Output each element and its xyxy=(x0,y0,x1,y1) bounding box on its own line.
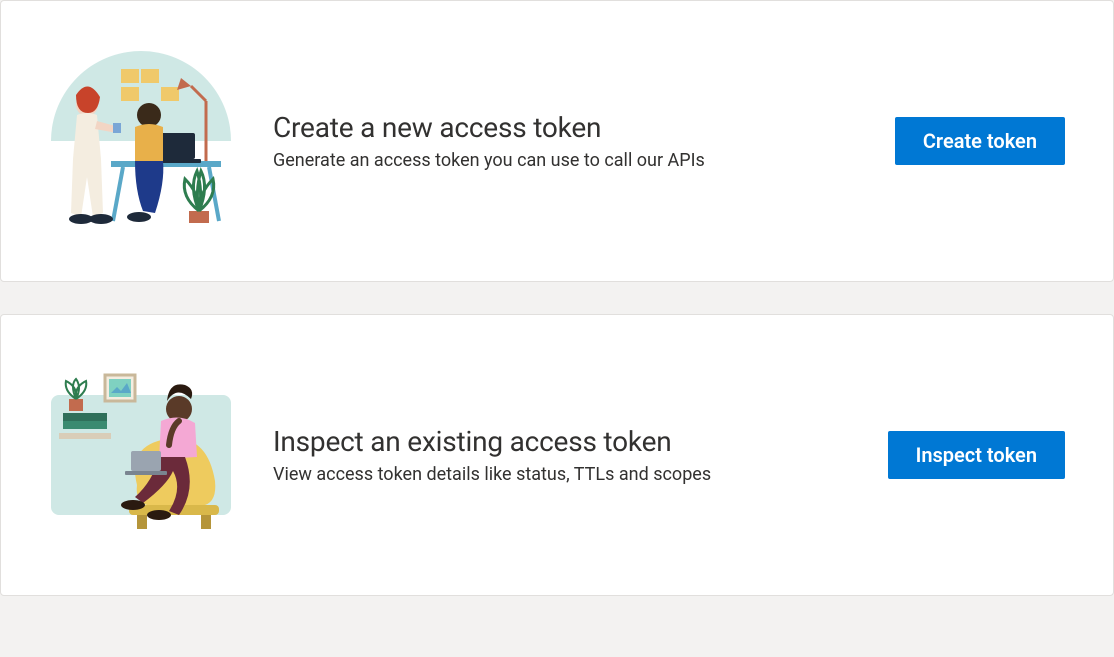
inspect-token-button[interactable]: Inspect token xyxy=(888,431,1065,479)
create-token-text: Create a new access token Generate an ac… xyxy=(273,111,863,171)
inspect-token-illustration xyxy=(41,355,241,555)
create-token-illustration xyxy=(41,41,241,241)
inspect-token-card: Inspect an existing access token View ac… xyxy=(0,314,1114,596)
inspect-token-title: Inspect an existing access token xyxy=(273,425,856,458)
inspect-token-description: View access token details like status, T… xyxy=(273,464,856,485)
inspect-token-text: Inspect an existing access token View ac… xyxy=(273,425,856,485)
create-token-button[interactable]: Create token xyxy=(895,117,1065,165)
create-token-card: Create a new access token Generate an ac… xyxy=(0,0,1114,282)
create-token-description: Generate an access token you can use to … xyxy=(273,150,863,171)
create-token-title: Create a new access token xyxy=(273,111,863,144)
